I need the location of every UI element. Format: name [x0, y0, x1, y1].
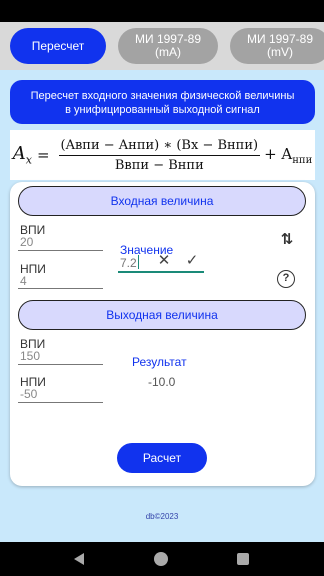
value-underline — [118, 271, 204, 273]
formula-lhs: Ax — [12, 143, 32, 167]
text-cursor — [138, 255, 139, 269]
formula-tail: + Aнпи — [264, 144, 313, 166]
output-section-title: Выходная величина — [106, 308, 218, 322]
tab-mi-mv[interactable]: МИ 1997-89 (mV) — [230, 28, 324, 64]
recent-apps-icon[interactable] — [237, 553, 249, 565]
status-bar — [0, 0, 324, 22]
calculator-card: Входная величина ВПИ 20 НПИ 4 Значение 7… — [10, 182, 315, 486]
banner-line-1: Пересчет входного значения физической ве… — [30, 90, 295, 102]
tab-recalc[interactable]: Пересчет — [10, 28, 106, 64]
formula-numerator: (Aвпи − Aнпи) ∗ (Bx − Bнпи) — [58, 138, 261, 156]
formula-fraction: (Aвпи − Aнпи) ∗ (Bx − Bнпи) Bвпи − Bнпи — [58, 138, 261, 173]
footer-copyright: db©2023 — [145, 512, 179, 521]
input-vpi-underline — [18, 250, 103, 251]
swap-vert-icon[interactable]: ⇅ — [278, 231, 296, 249]
output-vpi-field[interactable]: 150 — [20, 349, 40, 363]
home-icon[interactable] — [154, 552, 168, 566]
tab-recalc-label: Пересчет — [31, 38, 85, 53]
value-field[interactable]: 7.2 — [120, 256, 137, 270]
tab-mi-mv-label: МИ 1997-89 (mV) — [247, 32, 313, 59]
output-npi-underline — [18, 402, 103, 403]
calculate-button[interactable]: Расчет — [117, 443, 207, 473]
close-icon[interactable]: ✕ — [156, 253, 172, 269]
result-value: -10.0 — [148, 375, 176, 389]
input-vpi-field[interactable]: 20 — [20, 235, 33, 249]
conversion-formula: Ax = (Aвпи − Aнпи) ∗ (Bx − Bнпи) Bвпи − … — [10, 130, 315, 180]
formula-denominator: Bвпи − Bнпи — [114, 157, 204, 173]
output-section-header: Выходная величина — [18, 300, 306, 330]
help-icon[interactable]: ? — [277, 270, 295, 288]
input-npi-field[interactable]: 4 — [20, 274, 27, 288]
input-npi-underline — [18, 288, 103, 289]
banner-line-2: в унифицированный выходной сигнал — [65, 104, 260, 116]
tab-mi-ma[interactable]: МИ 1997-89 (mA) — [118, 28, 218, 64]
result-label: Результат — [132, 355, 187, 369]
tab-mi-ma-label: МИ 1997-89 (mA) — [135, 32, 201, 59]
output-vpi-underline — [18, 364, 103, 365]
back-icon[interactable] — [74, 553, 84, 565]
description-banner: Пересчет входного значения физической ве… — [10, 80, 315, 124]
check-icon[interactable]: ✓ — [184, 253, 200, 269]
system-nav-bar — [0, 542, 324, 576]
output-npi-field[interactable]: -50 — [20, 387, 37, 401]
calculate-button-label: Расчет — [142, 451, 182, 465]
input-section-title: Входная величина — [110, 194, 214, 208]
tab-bar: Пересчет МИ 1997-89 (mA) МИ 1997-89 (mV) — [0, 22, 324, 70]
formula-equals: = — [36, 146, 50, 164]
input-section-header: Входная величина — [18, 186, 306, 216]
